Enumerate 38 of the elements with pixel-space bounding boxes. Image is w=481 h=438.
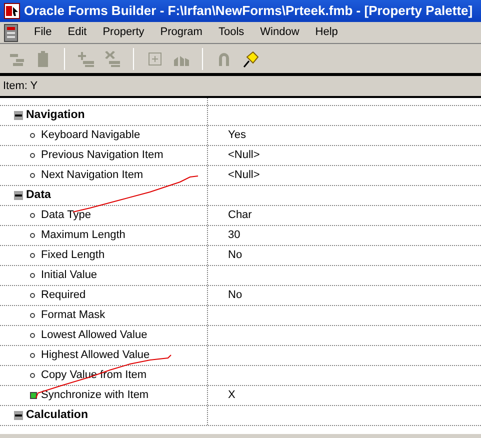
property-name[interactable]: Format Mask <box>41 307 106 324</box>
property-name[interactable]: Lowest Allowed Value <box>41 327 148 344</box>
property-name[interactable]: Keyboard Navigable <box>41 127 140 144</box>
menu-item[interactable]: Window <box>260 24 300 41</box>
menu-item[interactable]: Program <box>160 24 202 41</box>
property-name[interactable]: Highest Allowed Value <box>41 347 150 364</box>
app-icon <box>4 3 20 19</box>
menu-item[interactable]: File <box>34 24 52 41</box>
window-title: Oracle Forms Builder - F:\Irfan\NewForms\Prteek.fmb - [Property Palette] <box>24 2 473 20</box>
pin-icon[interactable] <box>241 50 259 68</box>
property-name[interactable]: Fixed Length <box>41 247 105 264</box>
property-value[interactable]: No <box>228 287 242 304</box>
category-name: Data <box>26 188 51 203</box>
item-label: Item: Y <box>3 78 38 94</box>
menu-item[interactable]: Tools <box>218 24 244 41</box>
collapse-toggle-icon[interactable] <box>14 191 23 200</box>
menu-item[interactable]: Edit <box>68 24 87 41</box>
property-value[interactable]: <Null> <box>228 167 260 184</box>
menu-item[interactable]: Help <box>315 24 338 41</box>
property-name[interactable]: Maximum Length <box>41 227 126 244</box>
property-name[interactable]: Synchronize with Item <box>41 387 149 404</box>
property-value[interactable]: <Null> <box>228 147 260 164</box>
property-value[interactable]: Char <box>228 207 252 224</box>
property-value[interactable]: No <box>228 247 242 264</box>
property-name[interactable]: Initial Value <box>41 267 98 284</box>
property-name[interactable]: Next Navigation Item <box>41 167 144 184</box>
property-name[interactable]: Copy Value from Item <box>41 367 147 384</box>
property-value[interactable]: 30 <box>228 227 240 244</box>
category-name: Navigation <box>26 108 85 123</box>
collapse-toggle-icon[interactable] <box>14 411 23 420</box>
property-name[interactable]: Previous Navigation Item <box>41 147 164 164</box>
menu-item[interactable]: Property <box>102 24 144 41</box>
collapse-toggle-icon[interactable] <box>14 111 23 120</box>
property-value[interactable]: X <box>228 387 236 404</box>
category-name: Calculation <box>26 408 88 423</box>
property-name[interactable]: Data Type <box>41 207 91 224</box>
property-value[interactable]: Yes <box>228 127 246 144</box>
property-name[interactable]: Required <box>41 287 86 304</box>
